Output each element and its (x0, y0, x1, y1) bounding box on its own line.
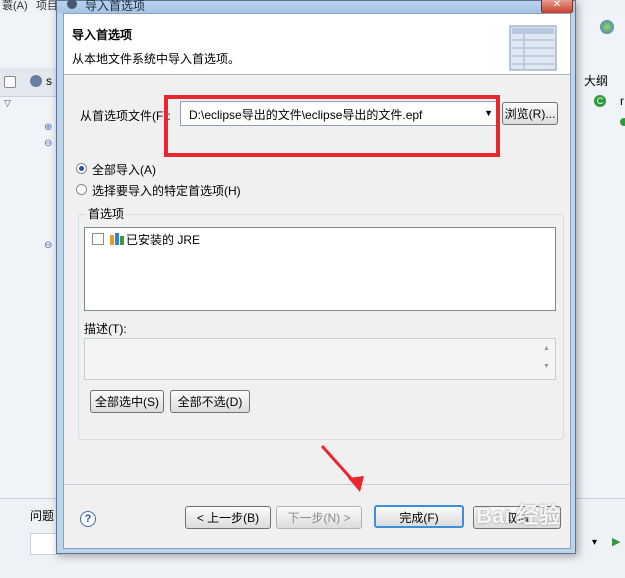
red-arrow-annotation (320, 444, 364, 492)
editor-tab-label: s (46, 74, 52, 88)
baidu-watermark: Bai 经验 (476, 503, 561, 528)
next-button: 下一步(N) > (276, 506, 362, 529)
problems-tab-label[interactable]: 问题 (30, 507, 54, 524)
collapse-icon-2[interactable]: ⊖ (44, 240, 52, 251)
import-specific-label[interactable]: 选择要导入的特定首选项(H) (92, 182, 241, 199)
jre-item-label[interactable]: 已安装的 JRE (126, 231, 200, 248)
eclipse-icon (67, 0, 77, 9)
preferences-group-label: 首选项 (86, 205, 127, 222)
select-all-button[interactable]: 全部选中(S) (90, 390, 164, 413)
header-title: 导入首选项 (72, 28, 133, 42)
window-title: 导入首选项 (85, 0, 146, 13)
outline-tab-label[interactable]: 大纲 (584, 72, 608, 89)
class-icon: C (594, 95, 606, 107)
import-all-radio[interactable] (76, 163, 87, 174)
view-menu-icon[interactable]: ▽ (4, 98, 11, 109)
jre-checkbox[interactable] (92, 233, 104, 245)
dropdown-icon[interactable]: ▾ (592, 537, 597, 548)
title-bar: 导入首选项 ✕ (57, 0, 575, 14)
description-label: 描述(T): (84, 322, 127, 336)
editor-tab[interactable]: s (0, 68, 56, 97)
jre-library-icon (110, 233, 124, 245)
footer-separator (64, 484, 570, 485)
globe-icon[interactable] (600, 20, 614, 34)
scroll-down-icon[interactable]: ▼ (543, 363, 550, 370)
field-icon (620, 118, 625, 126)
header-description: 从本地文件系统中导入首选项。 (72, 52, 241, 66)
dialog-header: 导入首选项 从本地文件系统中导入首选项。 (64, 14, 570, 75)
run-icon[interactable]: ▶ (612, 535, 620, 548)
highlight-box (164, 95, 500, 157)
import-all-label[interactable]: 全部导入(A) (92, 161, 156, 178)
browse-button[interactable]: 浏览(R)... (502, 102, 558, 125)
background-left-panel: s ▽ ⊕ ⊖ ⊖ (0, 12, 57, 577)
close-button[interactable]: ✕ (541, 0, 573, 14)
restore-icon[interactable] (4, 76, 16, 88)
back-button[interactable]: < 上一步(B) (185, 506, 271, 529)
import-preferences-dialog: 导入首选项 ✕ 导入首选项 从本地文件系统中导入首选项。 从首选项文件(F): … (56, 0, 576, 554)
background-right-panel: 大纲 C r (575, 12, 625, 577)
description-field: ▲ ▼ (84, 338, 556, 380)
description-scrollbar[interactable]: ▲ ▼ (539, 339, 555, 379)
deselect-all-button[interactable]: 全部不选(D) (170, 390, 250, 413)
dialog-content: 导入首选项 从本地文件系统中导入首选项。 从首选项文件(F): D:\eclip… (63, 13, 571, 549)
file-label: 从首选项文件(F): (80, 109, 171, 123)
help-icon[interactable]: ? (80, 511, 96, 527)
file-icon (30, 75, 42, 87)
import-specific-radio[interactable] (76, 184, 87, 195)
finish-button[interactable]: 完成(F) (374, 505, 464, 528)
scroll-up-icon[interactable]: ▲ (543, 345, 550, 352)
expand-icon[interactable]: ⊕ (44, 122, 52, 133)
collapse-icon[interactable]: ⊖ (44, 138, 52, 149)
outline-node-label[interactable]: r (620, 94, 624, 108)
wizard-banner-icon (509, 25, 557, 71)
